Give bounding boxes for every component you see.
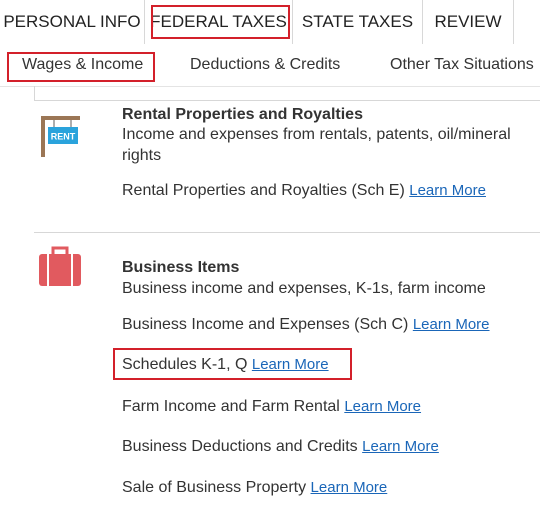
tab-federal-taxes[interactable]: FEDERAL TAXES [145,0,293,44]
divider [34,232,540,233]
top-nav: PERSONAL INFO FEDERAL TAXES STATE TAXES … [0,0,540,45]
rental-item-label: Rental Properties and Royalties (Sch E) [122,182,405,199]
tab-review[interactable]: REVIEW [423,0,514,44]
rent-sign-icon: RENT [41,116,80,157]
business-item: Business Income and Expenses (Sch C) Lea… [122,316,490,334]
learn-more-link[interactable]: Learn More [311,479,388,496]
subtab-wages-income[interactable]: Wages & Income [22,44,143,86]
business-item: Business Deductions and Credits Learn Mo… [122,438,439,456]
learn-more-link[interactable]: Learn More [362,438,439,455]
business-item: Sale of Business Property Learn More [122,479,387,497]
business-item-label: Farm Income and Farm Rental [122,398,340,415]
briefcase-icon [39,246,81,286]
rental-item: Rental Properties and Royalties (Sch E) … [122,182,486,200]
subtab-other-tax-situations[interactable]: Other Tax Situations [390,44,534,86]
rental-section-description: Income and expenses from rentals, patent… [122,126,511,164]
learn-more-link[interactable]: Learn More [252,356,329,373]
divider [34,100,540,101]
business-item: Schedules K-1, Q Learn More [122,356,329,374]
business-section-title: Business Items [122,259,240,276]
business-section-description: Business income and expenses, K-1s, farm… [122,280,486,297]
tab-personal-info[interactable]: PERSONAL INFO [0,0,145,44]
business-item-label: Schedules K-1, Q [122,356,248,373]
learn-more-link[interactable]: Learn More [413,316,490,333]
business-item-label: Business Income and Expenses (Sch C) [122,316,409,333]
business-item-label: Business Deductions and Credits [122,438,358,455]
rent-sign-text: RENT [51,132,76,142]
rental-section-title: Rental Properties and Royalties [122,106,363,123]
tab-state-taxes[interactable]: STATE TAXES [293,0,423,44]
learn-more-link[interactable]: Learn More [344,398,421,415]
subtab-deductions-credits[interactable]: Deductions & Credits [190,44,340,86]
learn-more-link[interactable]: Learn More [409,182,486,199]
business-item: Farm Income and Farm Rental Learn More [122,398,421,416]
business-item-label: Sale of Business Property [122,479,307,496]
sub-nav: Wages & Income Deductions & Credits Othe… [0,44,540,87]
divider [34,86,35,100]
